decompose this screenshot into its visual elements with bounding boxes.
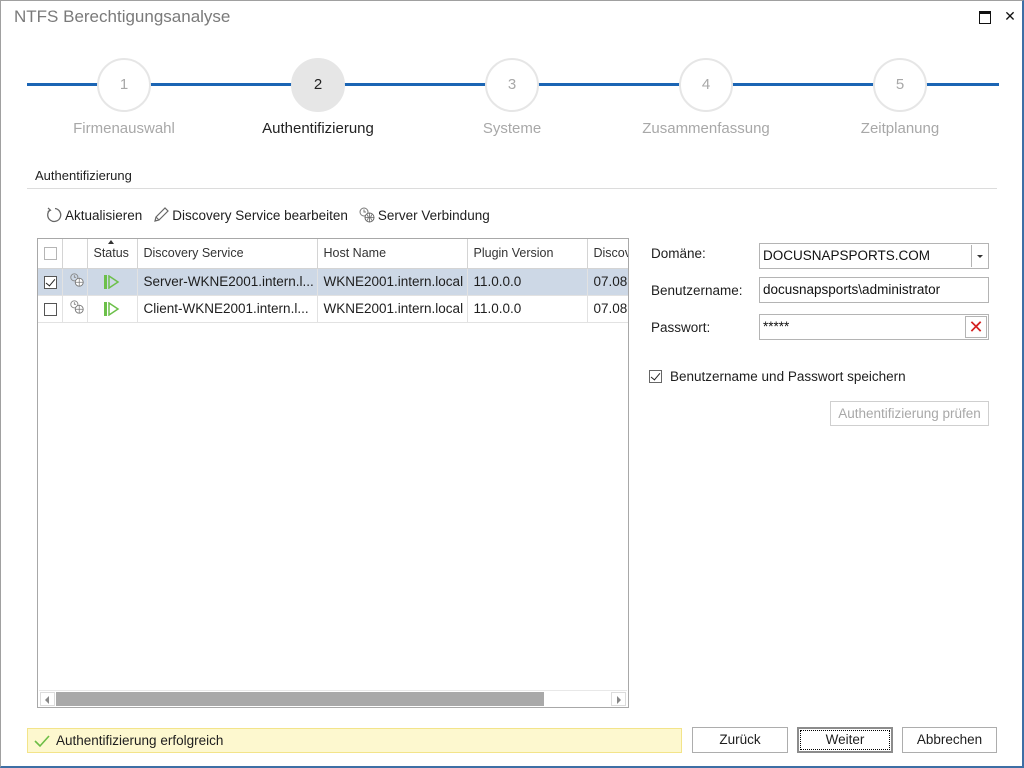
step-number: 4 bbox=[679, 58, 733, 112]
domain-value: DOCUSNAPSPORTS.COM bbox=[763, 248, 931, 263]
username-label: Benutzername: bbox=[651, 283, 743, 298]
step-label: Authentifizierung bbox=[262, 120, 374, 137]
save-credentials-label: Benutzername und Passwort speichern bbox=[670, 369, 906, 384]
table-row[interactable]: Client-WKNE2001.intern.l... WKNE2001.int… bbox=[38, 295, 628, 323]
wizard-window: NTFS Berechtigungsanalyse ✕ 1 Firmenausw… bbox=[0, 0, 1024, 768]
sort-ascending-icon bbox=[108, 240, 114, 244]
header-connection[interactable] bbox=[62, 239, 88, 269]
cancel-button[interactable]: Abbrechen bbox=[902, 727, 997, 753]
step-number: 1 bbox=[97, 58, 151, 112]
select-all-checkbox[interactable] bbox=[44, 247, 57, 261]
password-value: ***** bbox=[763, 319, 790, 334]
save-credentials-checkbox[interactable]: Benutzername und Passwort speichern bbox=[649, 369, 906, 384]
server-globe-icon bbox=[69, 273, 84, 287]
header-discovery[interactable]: Discov bbox=[587, 239, 628, 269]
status-message-bar: Authentifizierung erfolgreich bbox=[27, 728, 682, 753]
header-discovery-service[interactable]: Discovery Service bbox=[137, 239, 318, 269]
verify-authentication-button[interactable]: Authentifizierung prüfen bbox=[830, 401, 989, 426]
clear-password-icon[interactable]: ✕ bbox=[965, 316, 987, 338]
step-number: 3 bbox=[485, 58, 539, 112]
version-cell: 11.0.0.0 bbox=[467, 268, 588, 296]
domain-label: Domäne: bbox=[651, 246, 706, 261]
row-checkbox-cell[interactable] bbox=[38, 295, 63, 323]
row-checkbox[interactable] bbox=[44, 302, 57, 316]
username-input[interactable]: docusnapsports\administrator bbox=[759, 277, 989, 303]
maximize-button[interactable] bbox=[976, 7, 994, 25]
row-checkbox-cell[interactable] bbox=[38, 268, 63, 296]
next-button[interactable]: Weiter bbox=[797, 727, 893, 753]
back-button[interactable]: Zurück bbox=[692, 727, 788, 753]
step-label: Firmenauswahl bbox=[73, 120, 175, 137]
window-title: NTFS Berechtigungsanalyse bbox=[14, 7, 231, 26]
version-cell: 11.0.0.0 bbox=[467, 295, 588, 323]
step-authentifizierung[interactable]: 2 Authentifizierung bbox=[238, 56, 398, 137]
step-systeme[interactable]: 3 Systeme bbox=[432, 56, 592, 137]
status-message: Authentifizierung erfolgreich bbox=[56, 733, 224, 748]
header-host-name[interactable]: Host Name bbox=[317, 239, 468, 269]
status-cell bbox=[87, 268, 138, 296]
running-status-icon bbox=[104, 302, 120, 317]
connection-cell bbox=[62, 295, 88, 323]
table-row[interactable]: Server-WKNE2001.intern.l... WKNE2001.int… bbox=[38, 268, 628, 296]
edit-discovery-service-button[interactable]: Discovery Service bearbeiten bbox=[152, 206, 348, 224]
header-status-label: Status bbox=[93, 246, 129, 261]
step-zusammenfassung[interactable]: 4 Zusammenfassung bbox=[626, 56, 786, 137]
scrollbar-thumb[interactable] bbox=[56, 692, 544, 706]
checkmark-icon bbox=[34, 734, 50, 747]
password-label: Passwort: bbox=[651, 320, 711, 335]
horizontal-scrollbar[interactable] bbox=[39, 690, 627, 706]
server-globe-icon bbox=[69, 300, 84, 314]
section-divider bbox=[27, 188, 997, 189]
refresh-label: Aktualisieren bbox=[65, 207, 143, 223]
server-globe-icon bbox=[358, 206, 376, 224]
scroll-left-button[interactable] bbox=[40, 692, 55, 706]
chevron-down-icon[interactable] bbox=[971, 245, 987, 267]
checkbox-checked-icon[interactable] bbox=[649, 370, 662, 383]
step-label: Zeitplanung bbox=[860, 120, 940, 137]
step-number: 2 bbox=[291, 58, 345, 112]
connection-cell bbox=[62, 268, 88, 296]
server-connection-button[interactable]: Server Verbindung bbox=[358, 206, 490, 224]
scroll-right-button[interactable] bbox=[611, 692, 626, 706]
host-cell: WKNE2001.intern.local bbox=[317, 295, 468, 323]
row-checkbox[interactable] bbox=[44, 275, 57, 289]
refresh-icon bbox=[45, 206, 63, 224]
domain-select[interactable]: DOCUSNAPSPORTS.COM bbox=[759, 243, 989, 269]
service-cell: Client-WKNE2001.intern.l... bbox=[137, 295, 318, 323]
username-value: docusnapsports\administrator bbox=[763, 282, 941, 297]
step-zeitplanung[interactable]: 5 Zeitplanung bbox=[820, 56, 980, 137]
header-plugin-version[interactable]: Plugin Version bbox=[467, 239, 588, 269]
section-title: Authentifizierung bbox=[35, 168, 132, 183]
refresh-button[interactable]: Aktualisieren bbox=[45, 206, 142, 224]
toolbar: Aktualisieren Discovery Service bearbeit… bbox=[45, 206, 490, 224]
grid-header-row: Status Discovery Service Host Name Plugi… bbox=[38, 239, 628, 269]
close-button[interactable]: ✕ bbox=[1001, 7, 1019, 25]
running-status-icon bbox=[104, 275, 120, 290]
header-status[interactable]: Status bbox=[87, 239, 138, 269]
discovery-service-grid[interactable]: Status Discovery Service Host Name Plugi… bbox=[37, 238, 629, 708]
server-connection-label: Server Verbindung bbox=[377, 207, 490, 223]
wizard-stepper: 1 Firmenauswahl 2 Authentifizierung 3 Sy… bbox=[27, 56, 999, 146]
status-cell bbox=[87, 295, 138, 323]
discovery-cell: 07.08 bbox=[587, 295, 628, 323]
step-label: Zusammenfassung bbox=[642, 120, 770, 137]
edit-discovery-service-label: Discovery Service bearbeiten bbox=[172, 207, 348, 223]
host-cell: WKNE2001.intern.local bbox=[317, 268, 468, 296]
step-firmenauswahl[interactable]: 1 Firmenauswahl bbox=[44, 56, 204, 137]
service-cell: Server-WKNE2001.intern.l... bbox=[137, 268, 318, 296]
discovery-cell: 07.08 bbox=[587, 268, 628, 296]
step-number: 5 bbox=[873, 58, 927, 112]
header-select-all[interactable] bbox=[38, 239, 63, 269]
pencil-icon bbox=[152, 206, 170, 224]
password-input[interactable]: ***** ✕ bbox=[759, 314, 989, 340]
step-label: Systeme bbox=[482, 120, 542, 137]
